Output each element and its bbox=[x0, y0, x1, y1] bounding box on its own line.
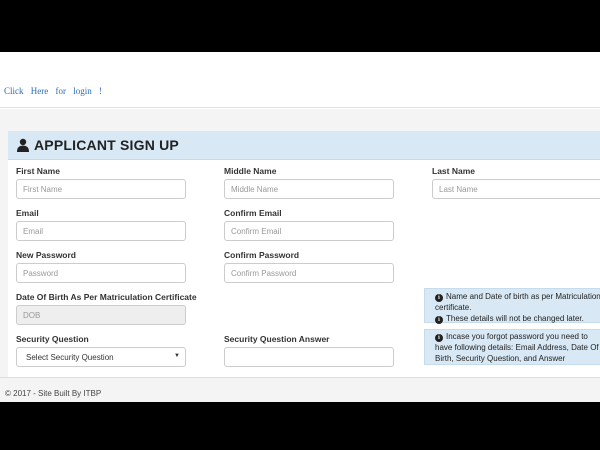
dob-info-text-2: These details will not be changed later. bbox=[446, 314, 584, 323]
middle-name-label: Middle Name bbox=[224, 166, 277, 176]
page-viewport: Click Here for login ! APPLICANT SIGN UP… bbox=[0, 52, 600, 402]
footer: © 2017 - Site Built By ITBP bbox=[0, 377, 600, 402]
security-question-selected: Select Security Question bbox=[26, 352, 114, 362]
confirm-password-field[interactable] bbox=[224, 263, 394, 283]
dob-info-line-1: i Name and Date of birth as per Matricula… bbox=[435, 291, 600, 313]
security-question-select[interactable]: Select Security Question ▼ bbox=[16, 347, 186, 367]
email-field[interactable] bbox=[16, 221, 186, 241]
panel-heading: APPLICANT SIGN UP bbox=[8, 131, 600, 160]
security-info-box: i Incase you forgot password you need to … bbox=[424, 329, 600, 365]
new-password-label: New Password bbox=[16, 250, 76, 260]
confirm-email-label: Confirm Email bbox=[224, 208, 282, 218]
login-link[interactable]: Click Here for login ! bbox=[4, 86, 102, 96]
dob-label: Date Of Birth As Per Matriculation Certi… bbox=[16, 292, 197, 302]
main-content: APPLICANT SIGN UP First Name Middle Name… bbox=[0, 109, 600, 381]
info-icon: i bbox=[435, 334, 443, 342]
security-question-label: Security Question bbox=[16, 334, 89, 344]
security-answer-label: Security Question Answer bbox=[224, 334, 330, 344]
signup-panel: APPLICANT SIGN UP First Name Middle Name… bbox=[8, 131, 600, 381]
user-icon bbox=[16, 138, 30, 152]
info-icon: i bbox=[435, 294, 443, 302]
security-info-line: i Incase you forgot password you need to … bbox=[435, 331, 600, 364]
dob-info-box: i Name and Date of birth as per Matricula… bbox=[424, 288, 600, 324]
first-name-label: First Name bbox=[16, 166, 60, 176]
caret-down-icon: ▼ bbox=[174, 353, 180, 359]
top-bar: Click Here for login ! bbox=[0, 52, 600, 108]
dob-info-line-2: i These details will not be changed later… bbox=[435, 313, 600, 324]
middle-name-field[interactable] bbox=[224, 179, 394, 199]
confirm-email-field[interactable] bbox=[224, 221, 394, 241]
dob-info-text-1: Name and Date of birth as per Matriculat… bbox=[435, 292, 600, 312]
confirm-password-label: Confirm Password bbox=[224, 250, 300, 260]
last-name-label: Last Name bbox=[432, 166, 475, 176]
page-title: APPLICANT SIGN UP bbox=[34, 137, 179, 153]
email-label: Email bbox=[16, 208, 39, 218]
dob-field[interactable] bbox=[16, 305, 186, 325]
security-answer-field[interactable] bbox=[224, 347, 394, 367]
first-name-field[interactable] bbox=[16, 179, 186, 199]
info-icon: i bbox=[435, 316, 443, 324]
new-password-field[interactable] bbox=[16, 263, 186, 283]
security-info-text: Incase you forgot password you need to h… bbox=[435, 332, 599, 363]
footer-copyright: © 2017 - Site Built By ITBP bbox=[5, 389, 102, 398]
last-name-field[interactable] bbox=[432, 179, 600, 199]
